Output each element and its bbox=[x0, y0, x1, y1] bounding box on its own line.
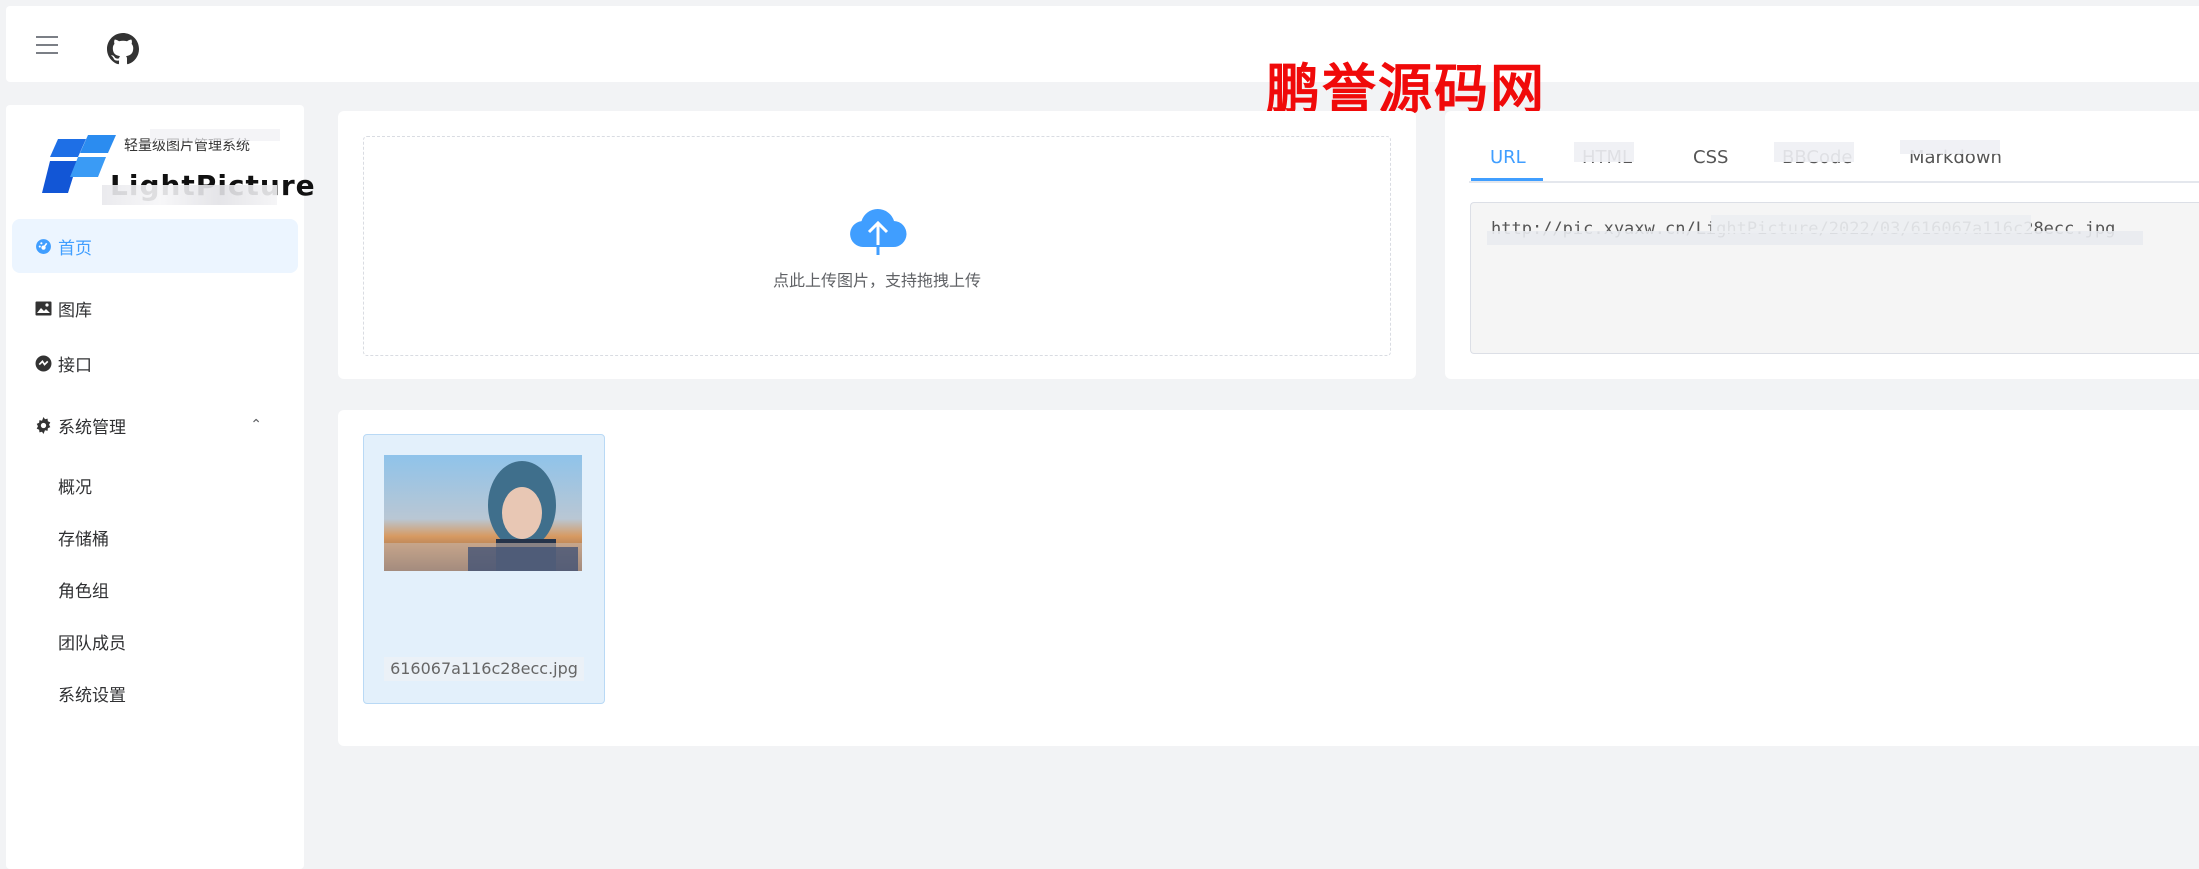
sidebar-item-label: 图库 bbox=[58, 300, 92, 321]
top-bar bbox=[6, 6, 2199, 82]
url-blur bbox=[1487, 231, 2143, 245]
dashboard-icon bbox=[34, 237, 52, 255]
hamburger-icon[interactable] bbox=[36, 36, 58, 54]
sidebar-item-api[interactable]: 接口 bbox=[12, 336, 298, 390]
sidebar-item-label: 系统管理 bbox=[58, 417, 126, 438]
upload-hint: 点此上传图片，支持拖拽上传 bbox=[772, 271, 981, 290]
sidebar-subitem-team-members[interactable]: 团队成员 bbox=[58, 629, 126, 654]
url-blur bbox=[1711, 215, 2031, 233]
sidebar-subitem-overview[interactable]: 概况 bbox=[58, 473, 92, 498]
upload-dropzone[interactable]: 点此上传图片，支持拖拽上传 bbox=[363, 136, 1391, 356]
logo-blur-top bbox=[150, 129, 280, 141]
sidebar-item-home[interactable]: 首页 bbox=[12, 219, 298, 273]
sidebar-item-label: 接口 bbox=[58, 355, 92, 376]
logo[interactable]: 轻量级图片管理系统 LightPicture bbox=[42, 127, 315, 207]
image-thumbnail bbox=[384, 455, 582, 571]
image-filename: 616067a116c28ecc.jpg bbox=[390, 659, 578, 678]
url-output-box[interactable]: http://pic.xyaxw.cn/LightPicture/2022/03… bbox=[1470, 202, 2199, 354]
sidebar-subitem-buckets[interactable]: 存储桶 bbox=[58, 525, 109, 550]
logo-blur bbox=[102, 185, 277, 205]
tab-css[interactable]: CSS bbox=[1693, 147, 1728, 168]
gallery-panel bbox=[338, 410, 2199, 746]
tab-blur bbox=[1900, 140, 2000, 154]
tab-blur bbox=[1574, 142, 1634, 162]
tab-url[interactable]: URL bbox=[1490, 147, 1526, 168]
tab-blur bbox=[1774, 142, 1854, 162]
github-icon[interactable] bbox=[107, 33, 139, 65]
sidebar-subitem-roles[interactable]: 角色组 bbox=[58, 577, 109, 602]
sidebar: 轻量级图片管理系统 LightPicture 首页 图库 接口 系统管理 ⌃ 概… bbox=[6, 105, 315, 869]
sidebar-item-system-management[interactable]: 系统管理 ⌃ bbox=[12, 398, 298, 452]
picture-icon bbox=[34, 299, 52, 317]
image-card[interactable]: 616067a116c28ecc.jpg bbox=[363, 434, 605, 704]
chevron-up-icon: ⌃ bbox=[250, 417, 262, 433]
sidebar-item-gallery[interactable]: 图库 bbox=[12, 281, 298, 335]
active-tab-indicator bbox=[1471, 178, 1543, 181]
api-icon bbox=[34, 354, 52, 372]
sidebar-subitem-settings[interactable]: 系统设置 bbox=[58, 681, 126, 706]
cloud-upload-icon bbox=[850, 209, 907, 255]
sidebar-item-label: 首页 bbox=[58, 238, 92, 259]
gear-icon bbox=[34, 416, 52, 434]
